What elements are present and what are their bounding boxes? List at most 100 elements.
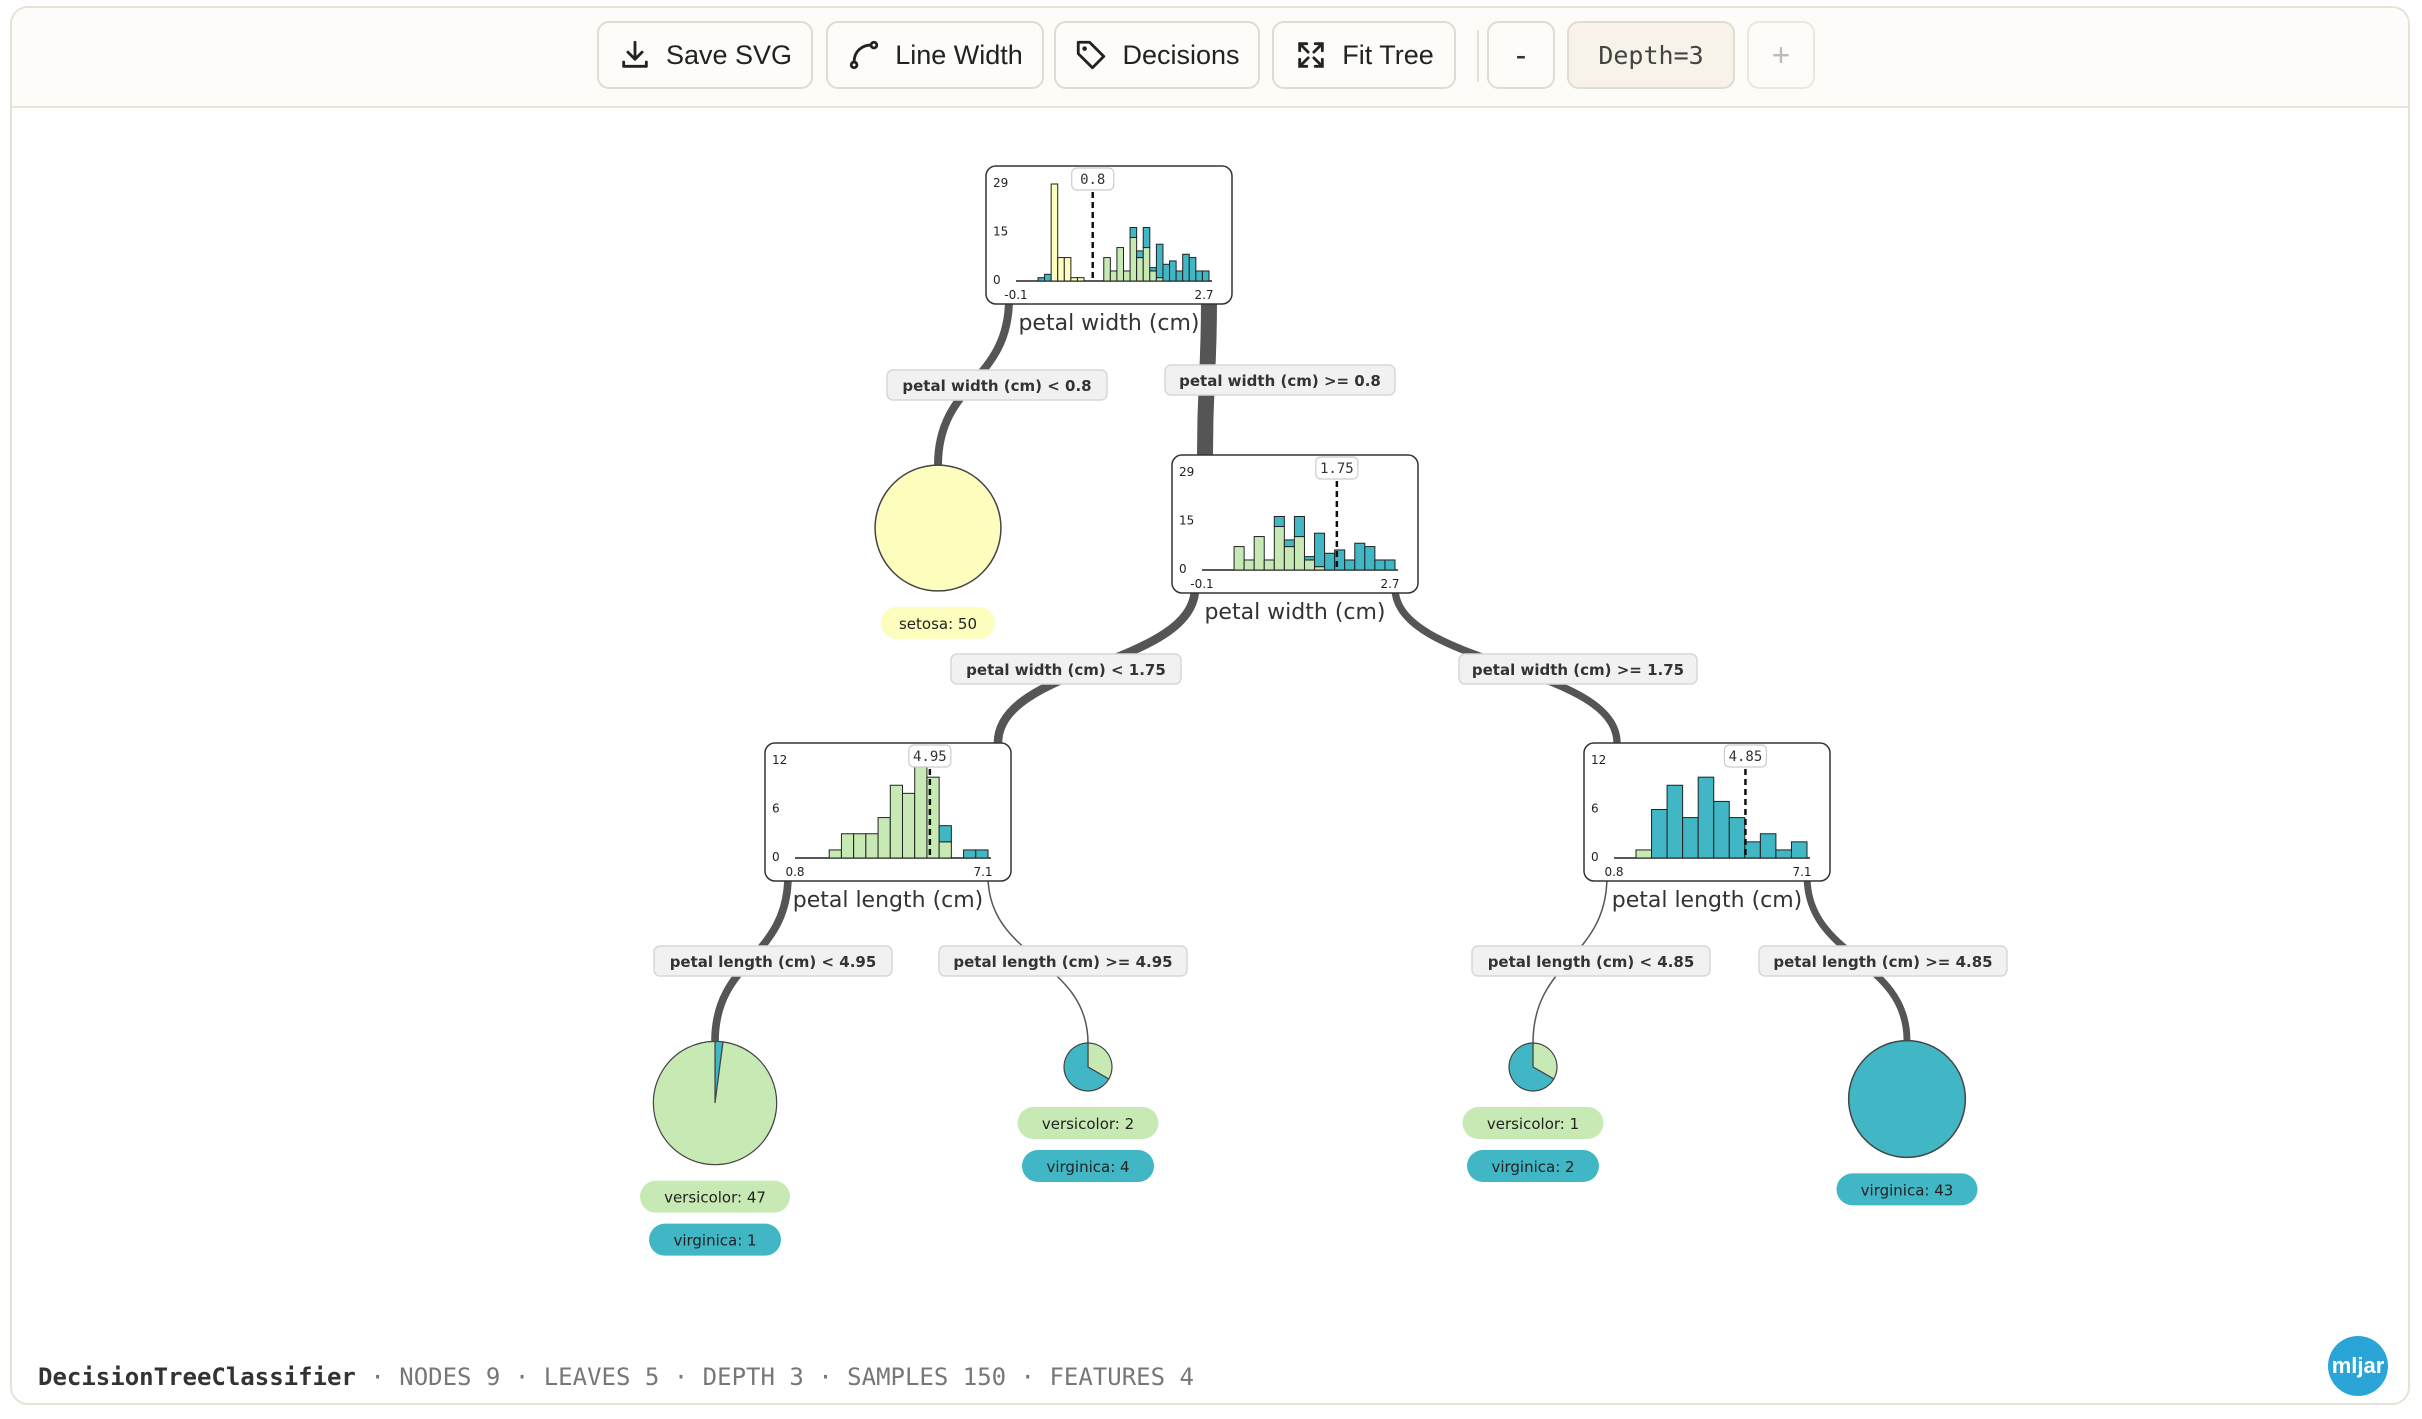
split-node-ll: 12 6 0 0.8 7.1 4.95 petal length (cm) xyxy=(764,742,1012,913)
histogram-bar xyxy=(1233,546,1245,571)
histogram-bar xyxy=(1162,263,1171,282)
leaf-pie-slice xyxy=(874,464,1002,592)
split-box xyxy=(764,742,1012,882)
histogram-bar xyxy=(938,841,952,859)
leaf-leaf2: versicolor: 2 virginica: 4 xyxy=(1017,1042,1159,1182)
histogram-bar xyxy=(1303,559,1316,571)
histogram-bar xyxy=(1728,817,1746,859)
histogram-bar xyxy=(1283,539,1295,548)
histogram-bar xyxy=(1744,841,1761,859)
split-node-rl: 12 6 0 0.8 7.1 4.85 petal length (cm) xyxy=(1583,742,1831,913)
edge-label-text: petal width (cm) >= 1.75 xyxy=(1472,661,1684,679)
histogram-y-tick: 29 xyxy=(1179,465,1194,479)
edges-layer: petal width (cm) < 0.8 petal width (cm) >… xyxy=(653,291,2008,1046)
histogram-bar xyxy=(975,849,989,859)
leaf-pie-slice xyxy=(1847,1039,1967,1159)
histogram-bar xyxy=(1293,515,1305,538)
histogram-bar xyxy=(1635,849,1653,859)
histogram-bar xyxy=(1188,257,1197,282)
histogram-bar xyxy=(1076,277,1085,282)
histogram-y-tick: 12 xyxy=(1591,753,1606,767)
split-feature-label: petal width (cm) xyxy=(1204,600,1385,625)
leaf-count-label: versicolor: 1 xyxy=(1487,1115,1579,1133)
histogram-x-min: -0.1 xyxy=(1004,288,1027,302)
histogram-bar xyxy=(1037,277,1046,282)
leaf-leaf4: virginica: 43 xyxy=(1836,1039,1978,1206)
histogram-bar xyxy=(1682,817,1699,859)
histogram-bar xyxy=(1314,566,1326,571)
histogram-bar xyxy=(914,760,928,859)
histogram-y-tick: 29 xyxy=(993,176,1008,190)
histogram-bar xyxy=(1253,536,1265,571)
histogram-bar xyxy=(1063,257,1072,282)
split-node-right: 29 15 0-0.1 2.7 1.75 petal width (cm) xyxy=(1171,454,1419,625)
leaf-leaf1: versicolor: 47 virginica: 1 xyxy=(640,1040,790,1256)
histogram-bar xyxy=(1149,267,1157,272)
threshold-value: 4.85 xyxy=(1729,749,1763,765)
histogram-bar xyxy=(1314,532,1326,568)
histogram-bar xyxy=(1044,273,1052,282)
histogram-x-min: -0.1 xyxy=(1190,577,1213,591)
split-node-root: 29 15 0-0.1 2.7 0.8 petal width (cm) xyxy=(985,165,1233,336)
leaf-count-label: setosa: 50 xyxy=(899,615,977,633)
histogram-x-max: 7.1 xyxy=(1792,865,1811,879)
histogram-bar xyxy=(1293,536,1305,571)
histogram-bar xyxy=(1283,546,1295,571)
histogram-bar xyxy=(1775,849,1792,859)
histogram-bar xyxy=(902,792,916,859)
histogram-bar xyxy=(828,849,842,859)
histogram-bar xyxy=(1303,556,1316,561)
leaf-count-label: virginica: 2 xyxy=(1491,1158,1574,1176)
edge-decision-label: petal length (cm) >= 4.85 xyxy=(1758,945,2008,977)
threshold-value: 1.75 xyxy=(1320,461,1354,477)
histogram-y-tick: 15 xyxy=(1179,514,1194,528)
histogram-bar xyxy=(1182,253,1190,282)
edge-decision-label: petal length (cm) < 4.95 xyxy=(653,945,893,977)
histogram-bar xyxy=(1142,226,1151,249)
histogram-bar xyxy=(889,784,903,859)
leaf-setosa: setosa: 50 xyxy=(874,464,1002,639)
histogram-x-min: 0.8 xyxy=(1604,865,1623,879)
histogram-bar xyxy=(1123,270,1131,282)
histogram-y-tick: 0 xyxy=(1179,562,1187,576)
histogram-bar xyxy=(1273,515,1285,528)
histogram-x-min: 0.8 xyxy=(785,865,804,879)
leaf-count-label: versicolor: 47 xyxy=(664,1189,766,1207)
threshold-value: 0.8 xyxy=(1080,172,1105,188)
edge-label-text: petal width (cm) < 1.75 xyxy=(966,661,1166,679)
histogram-bar xyxy=(1324,552,1336,571)
histogram-x-max: 7.1 xyxy=(973,865,992,879)
histogram-bar xyxy=(1790,841,1808,859)
edge-decision-label: petal length (cm) >= 4.95 xyxy=(938,945,1188,977)
histogram-bar xyxy=(1713,800,1730,859)
histogram-bar xyxy=(1651,809,1668,859)
edge-label-text: petal length (cm) >= 4.95 xyxy=(953,953,1172,971)
leaf-leaf3: versicolor: 1 virginica: 2 xyxy=(1462,1042,1604,1182)
histogram-bar xyxy=(1050,183,1059,282)
threshold-value: 4.95 xyxy=(913,749,947,765)
histogram-bar xyxy=(877,817,891,859)
histogram-y-tick: 0 xyxy=(1591,850,1599,864)
histogram-bar xyxy=(1136,250,1144,259)
edge-decision-label: petal width (cm) >= 0.8 xyxy=(1164,364,1396,396)
leaf-count-label: virginica: 4 xyxy=(1046,1158,1129,1176)
histogram-bar xyxy=(1129,226,1138,239)
edge-label-text: petal length (cm) >= 4.85 xyxy=(1773,953,1992,971)
histogram-bar xyxy=(1149,270,1157,282)
histogram-bar xyxy=(1273,526,1285,571)
histogram-bar xyxy=(1263,559,1275,571)
histogram-y-tick: 6 xyxy=(1591,802,1599,816)
leaf-pie-slice xyxy=(652,1040,778,1166)
edge-decision-label: petal length (cm) < 4.85 xyxy=(1471,945,1711,977)
split-feature-label: petal length (cm) xyxy=(793,888,984,913)
histogram-bar xyxy=(1374,559,1386,571)
leaf-count-label: virginica: 1 xyxy=(673,1232,756,1250)
histogram-bar xyxy=(1142,247,1151,282)
histogram-y-tick: 6 xyxy=(772,802,780,816)
histogram-bar xyxy=(1103,257,1111,282)
histogram-bar xyxy=(1057,257,1065,282)
edge-label-text: petal length (cm) < 4.95 xyxy=(670,953,877,971)
histogram-bar xyxy=(1175,270,1184,282)
histogram-bar xyxy=(840,833,855,859)
histogram-bar xyxy=(1354,542,1366,571)
